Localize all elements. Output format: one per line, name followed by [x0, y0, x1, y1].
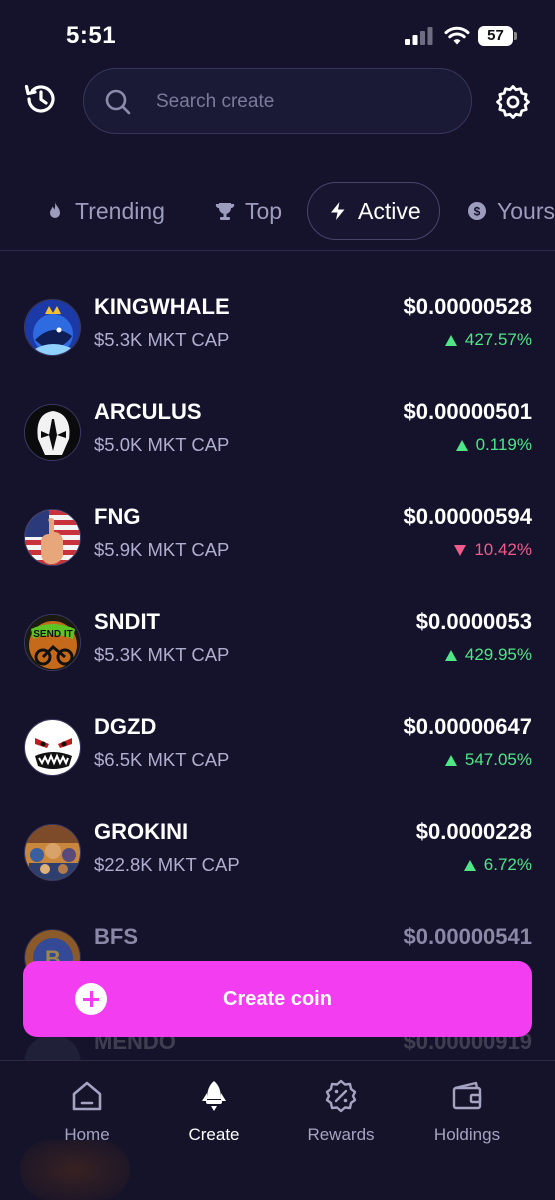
- coin-change: 6.72%: [463, 855, 532, 875]
- change-value: 10.42%: [474, 540, 532, 559]
- crowd-avatar: [24, 824, 81, 881]
- status-bar: 5:51 57: [0, 0, 555, 60]
- triangle-down-icon: [454, 544, 467, 556]
- coin-price: $0.0000053: [415, 609, 532, 634]
- nav-label: Holdings: [433, 1125, 501, 1144]
- list-item[interactable]: KINGWHALE $5.3K MKT CAP $0.00000528 427.…: [0, 294, 555, 404]
- change-value: 547.05%: [464, 750, 532, 769]
- battery-level: 57: [487, 27, 504, 44]
- coin-price: $0.0000228: [415, 819, 532, 844]
- coin-market-cap: $5.0K MKT CAP: [94, 434, 230, 455]
- nav-create[interactable]: Create: [159, 1079, 269, 1149]
- coin-price: $0.00000647: [403, 714, 532, 739]
- coin-price: $0.00000501: [403, 399, 532, 424]
- svg-text:$: $: [474, 205, 481, 219]
- change-value: 6.72%: [483, 855, 532, 874]
- triangle-up-icon: [444, 649, 457, 661]
- coin-price: $0.00000528: [403, 294, 532, 319]
- list-item[interactable]: DGZD $6.5K MKT CAP $0.00000647 547.05%: [0, 714, 555, 824]
- search-icon: [105, 89, 131, 115]
- coin-change: 0.119%: [455, 435, 532, 455]
- coin-list: KINGWHALE $5.3K MKT CAP $0.00000528 427.…: [0, 252, 555, 1062]
- nav-holdings[interactable]: Holdings: [412, 1079, 522, 1149]
- coin-change: 10.42%: [454, 540, 532, 560]
- svg-text:SEND IT: SEND IT: [33, 629, 72, 640]
- triangle-up-icon: [463, 859, 476, 871]
- tab-label: Active: [358, 197, 421, 224]
- home-icon: [72, 1081, 102, 1111]
- coin-price: $0.00000594: [403, 504, 532, 529]
- whale-avatar: [24, 299, 81, 356]
- lightning-icon: [331, 202, 345, 220]
- tab-trending[interactable]: Trending: [45, 182, 165, 240]
- search-bar[interactable]: [83, 68, 472, 134]
- top-bar: [0, 66, 555, 136]
- list-item[interactable]: MENDO $0.00000919: [0, 1029, 555, 1062]
- nav-label: Rewards: [307, 1125, 375, 1144]
- status-time: 5:51: [66, 22, 117, 49]
- tab-label: Trending: [75, 197, 165, 224]
- background-blur: [20, 1140, 130, 1200]
- list-item[interactable]: SEND IT SNDIT $5.3K MKT CAP $0.0000053 4…: [0, 609, 555, 719]
- nav-home[interactable]: Home: [32, 1079, 142, 1149]
- angry-face-avatar: [24, 719, 81, 776]
- triangle-up-icon: [455, 439, 468, 451]
- coin-price: $0.00000541: [403, 924, 532, 949]
- list-item[interactable]: FNG $5.9K MKT CAP $0.00000594 10.42%: [0, 504, 555, 614]
- tab-yours[interactable]: $ Yours: [467, 182, 555, 240]
- tab-top[interactable]: Top: [215, 182, 282, 240]
- nav-rewards[interactable]: Rewards: [286, 1079, 396, 1149]
- change-value: 0.119%: [475, 435, 532, 454]
- coin-market-cap: $5.3K MKT CAP: [94, 329, 230, 350]
- coins-icon: $: [468, 202, 486, 220]
- faded-avatar: [24, 1034, 81, 1062]
- coin-change: 429.95%: [444, 645, 532, 665]
- list-item[interactable]: ARCULUS $5.0K MKT CAP $0.00000501 0.119%: [0, 399, 555, 509]
- nav-label: Create: [188, 1125, 240, 1144]
- send-it-avatar: SEND IT: [24, 614, 81, 671]
- coin-name: BFS: [94, 924, 138, 949]
- coin-market-cap: $5.3K MKT CAP: [94, 644, 230, 665]
- coin-name: KINGWHALE: [94, 294, 230, 319]
- cellular-signal-icon: [405, 27, 433, 45]
- coin-name: SNDIT: [94, 609, 160, 634]
- history-icon[interactable]: [22, 80, 60, 118]
- discount-badge-icon: [325, 1079, 357, 1113]
- coin-market-cap: $22.8K MKT CAP: [94, 854, 240, 875]
- search-input[interactable]: [156, 87, 446, 117]
- trophy-icon: [215, 203, 235, 220]
- flag-hand-avatar: [24, 509, 81, 566]
- tab-active[interactable]: Active: [307, 182, 440, 240]
- wifi-icon: [444, 26, 470, 45]
- wallet-icon: [452, 1081, 482, 1110]
- create-coin-button[interactable]: Create coin: [23, 961, 532, 1037]
- filter-tabs: Trending Top Active $ Yours: [0, 182, 555, 240]
- change-value: 427.57%: [464, 330, 532, 349]
- helmet-avatar: [24, 404, 81, 461]
- battery-icon: 57: [478, 25, 518, 47]
- tab-label: Top: [245, 197, 283, 224]
- triangle-up-icon: [444, 334, 457, 346]
- create-coin-label: Create coin: [223, 988, 332, 1010]
- list-item[interactable]: GROKINI $22.8K MKT CAP $0.0000228 6.72%: [0, 819, 555, 929]
- coin-change: 427.57%: [444, 330, 532, 350]
- tab-label: Yours: [497, 197, 555, 224]
- flame-icon: [50, 202, 60, 218]
- triangle-up-icon: [444, 754, 457, 766]
- coin-name: FNG: [94, 504, 141, 529]
- coin-name: DGZD: [94, 714, 157, 739]
- rocket-icon: [202, 1081, 226, 1111]
- coin-change: 547.05%: [444, 750, 532, 770]
- gear-icon[interactable]: [494, 83, 532, 121]
- coin-market-cap: $6.5K MKT CAP: [94, 749, 230, 770]
- coin-name: GROKINI: [94, 819, 189, 844]
- coin-name: ARCULUS: [94, 399, 202, 424]
- tabs-divider: [0, 250, 555, 251]
- change-value: 429.95%: [464, 645, 532, 664]
- coin-market-cap: $5.9K MKT CAP: [94, 539, 230, 560]
